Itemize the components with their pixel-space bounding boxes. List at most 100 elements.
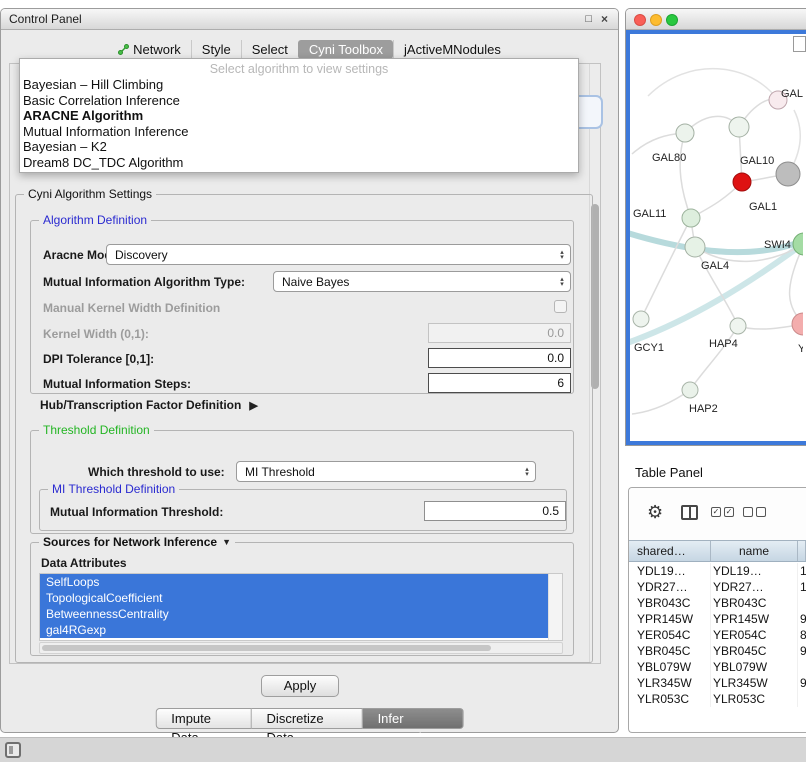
group-title: Cyni Algorithm Settings: [24, 187, 156, 201]
tab-label: Select: [252, 41, 288, 58]
table-row[interactable]: YBR045CYBR045C9.: [629, 643, 806, 659]
float-window-icon[interactable]: □: [585, 9, 592, 30]
table-row[interactable]: YBL079WYBL079W: [629, 659, 806, 675]
network-edge[interactable]: [648, 69, 778, 100]
column-header-name[interactable]: name: [711, 541, 798, 561]
tab-infer-network[interactable]: Infer Network: [363, 708, 464, 729]
network-node[interactable]: [633, 311, 649, 327]
network-node[interactable]: [733, 173, 751, 191]
gear-icon[interactable]: ⚙: [647, 501, 663, 523]
control-panel-titlebar[interactable]: Control Panel □ ×: [1, 9, 618, 30]
network-titlebar[interactable]: [626, 9, 806, 30]
table-row[interactable]: YBR043CYBR043C: [629, 595, 806, 611]
dropdown-placeholder: Select algorithm to view settings: [20, 61, 578, 77]
aracne-mode-select[interactable]: Discovery ▴▾: [106, 244, 571, 265]
control-panel-tabbar: Network Style Select Cyni Toolbox jActiv…: [1, 39, 618, 60]
network-node[interactable]: [729, 117, 749, 137]
tab-discretize-data[interactable]: Discretize Data: [252, 708, 363, 729]
zoom-traffic-button[interactable]: [666, 14, 678, 26]
network-node[interactable]: [682, 382, 698, 398]
network-node[interactable]: [682, 209, 700, 227]
list-item-topologicalcoefficient[interactable]: TopologicalCoefficient: [40, 590, 548, 606]
menu-item-bayesian-k2[interactable]: Bayesian – K2: [20, 139, 578, 155]
network-node[interactable]: [776, 162, 800, 186]
deselect-all-icon[interactable]: [743, 507, 766, 517]
dpi-tolerance-field[interactable]: 0.0: [428, 348, 571, 368]
table-row[interactable]: YER054CYER054C8.: [629, 627, 806, 643]
tab-style[interactable]: Style: [191, 40, 241, 59]
list-scrollbar[interactable]: [548, 574, 562, 640]
cyni-algorithm-settings-group: Cyni Algorithm Settings Algorithm Defini…: [15, 194, 593, 663]
table-row[interactable]: YLR053CYLR053C: [629, 691, 806, 707]
manual-kernel-checkbox[interactable]: [554, 300, 567, 313]
scrollbar-thumb[interactable]: [42, 645, 491, 651]
table-cell: 12: [798, 579, 806, 595]
data-attributes-list[interactable]: SelfLoops TopologicalCoefficient Between…: [39, 573, 563, 641]
menu-item-mutual-information[interactable]: Mutual Information Inference: [20, 124, 578, 140]
table-cell: YDL19…: [629, 563, 711, 579]
collapse-arrow-icon[interactable]: ▼: [222, 537, 231, 547]
network-edge[interactable]: [690, 326, 738, 390]
select-all-icon[interactable]: ✓ ✓: [711, 507, 734, 517]
network-node[interactable]: [730, 318, 746, 334]
tab-select[interactable]: Select: [241, 40, 298, 59]
table-cell: YBL079W: [629, 659, 711, 675]
network-canvas[interactable]: GAL80GAL10GALGAL1GAL11SWI4GAL4GCY1HAP4HA…: [630, 34, 803, 444]
mi-threshold-field[interactable]: 0.5: [424, 501, 566, 521]
kernel-width-field[interactable]: 0.0: [428, 323, 571, 343]
table-header: shared… name: [629, 540, 806, 562]
network-node-label: GAL: [781, 88, 803, 100]
panel-toggle-icon[interactable]: [5, 742, 21, 758]
data-attributes-label: Data Attributes: [41, 556, 127, 570]
table-row[interactable]: YDL19…YDL19…13: [629, 563, 806, 579]
network-node[interactable]: [792, 313, 803, 335]
sources-toggle[interactable]: Sources for Network Inference ▼: [39, 535, 235, 549]
tab-cyni-toolbox[interactable]: Cyni Toolbox: [298, 40, 393, 59]
network-node[interactable]: [685, 237, 705, 257]
column-header-extra[interactable]: [798, 541, 806, 561]
columns-icon[interactable]: [681, 505, 698, 520]
close-window-icon[interactable]: ×: [601, 9, 608, 30]
which-threshold-select[interactable]: MI Threshold ▴▾: [236, 461, 536, 482]
tab-impute-data[interactable]: Impute Data: [155, 708, 251, 729]
mi-algorithm-type-select[interactable]: Naive Bayes ▴▾: [273, 271, 571, 292]
network-node[interactable]: [676, 124, 694, 142]
list-item-selfloops[interactable]: SelfLoops: [40, 574, 548, 590]
network-edge[interactable]: [695, 247, 738, 326]
column-header-shared-name[interactable]: shared…: [629, 541, 711, 561]
list-item-gal4rgexp[interactable]: gal4RGexp: [40, 622, 548, 638]
network-edge[interactable]: [790, 244, 803, 324]
tab-label: Style: [202, 41, 231, 58]
list-item-betweennesscentrality[interactable]: BetweennessCentrality: [40, 606, 548, 622]
select-value: Discovery: [107, 248, 556, 262]
network-edge[interactable]: [632, 390, 690, 414]
group-title: Algorithm Definition: [39, 213, 151, 227]
network-edge[interactable]: [680, 133, 691, 218]
menu-item-basic-correlation[interactable]: Basic Correlation Inference: [20, 93, 578, 109]
minimize-traffic-button[interactable]: [650, 14, 662, 26]
network-edge[interactable]: [641, 218, 691, 319]
hub-definition-toggle[interactable]: Hub/Transcription Factor Definition ▶: [40, 398, 258, 412]
expand-arrow-icon[interactable]: ▶: [249, 399, 257, 412]
network-viewport[interactable]: GAL80GAL10GALGAL1GAL11SWI4GAL4GCY1HAP4HA…: [626, 30, 806, 445]
algorithm-dropdown-menu: Select algorithm to view settings Bayesi…: [19, 58, 579, 173]
select-value: Naive Bayes: [274, 275, 556, 289]
table-row[interactable]: YLR345WYLR345W9.: [629, 675, 806, 691]
menu-item-dream8[interactable]: Dream8 DC_TDC Algorithm: [20, 155, 578, 171]
table-row[interactable]: YPR145WYPR145W9.: [629, 611, 806, 627]
list-horizontal-scrollbar[interactable]: [39, 642, 563, 654]
table-cell: YBR043C: [629, 595, 711, 611]
mi-type-label: Mutual Information Algorithm Type:: [43, 275, 245, 289]
apply-button[interactable]: Apply: [261, 675, 339, 697]
table-row[interactable]: YDR27…YDR27…12: [629, 579, 806, 595]
menu-item-bayesian-hill-climbing[interactable]: Bayesian – Hill Climbing: [20, 77, 578, 93]
tab-label: jActiveMNodules: [404, 41, 501, 58]
mi-steps-field[interactable]: 6: [428, 373, 571, 393]
tab-label: Network: [133, 41, 181, 58]
close-traffic-button[interactable]: [634, 14, 646, 26]
menu-item-aracne[interactable]: ARACNE Algorithm: [20, 108, 578, 124]
table-cell: YBR045C: [629, 643, 711, 659]
tab-network[interactable]: Network: [108, 40, 191, 59]
tab-jactivemnodules[interactable]: jActiveMNodules: [393, 40, 511, 59]
sources-group: Sources for Network Inference ▼ Data Att…: [30, 542, 574, 656]
